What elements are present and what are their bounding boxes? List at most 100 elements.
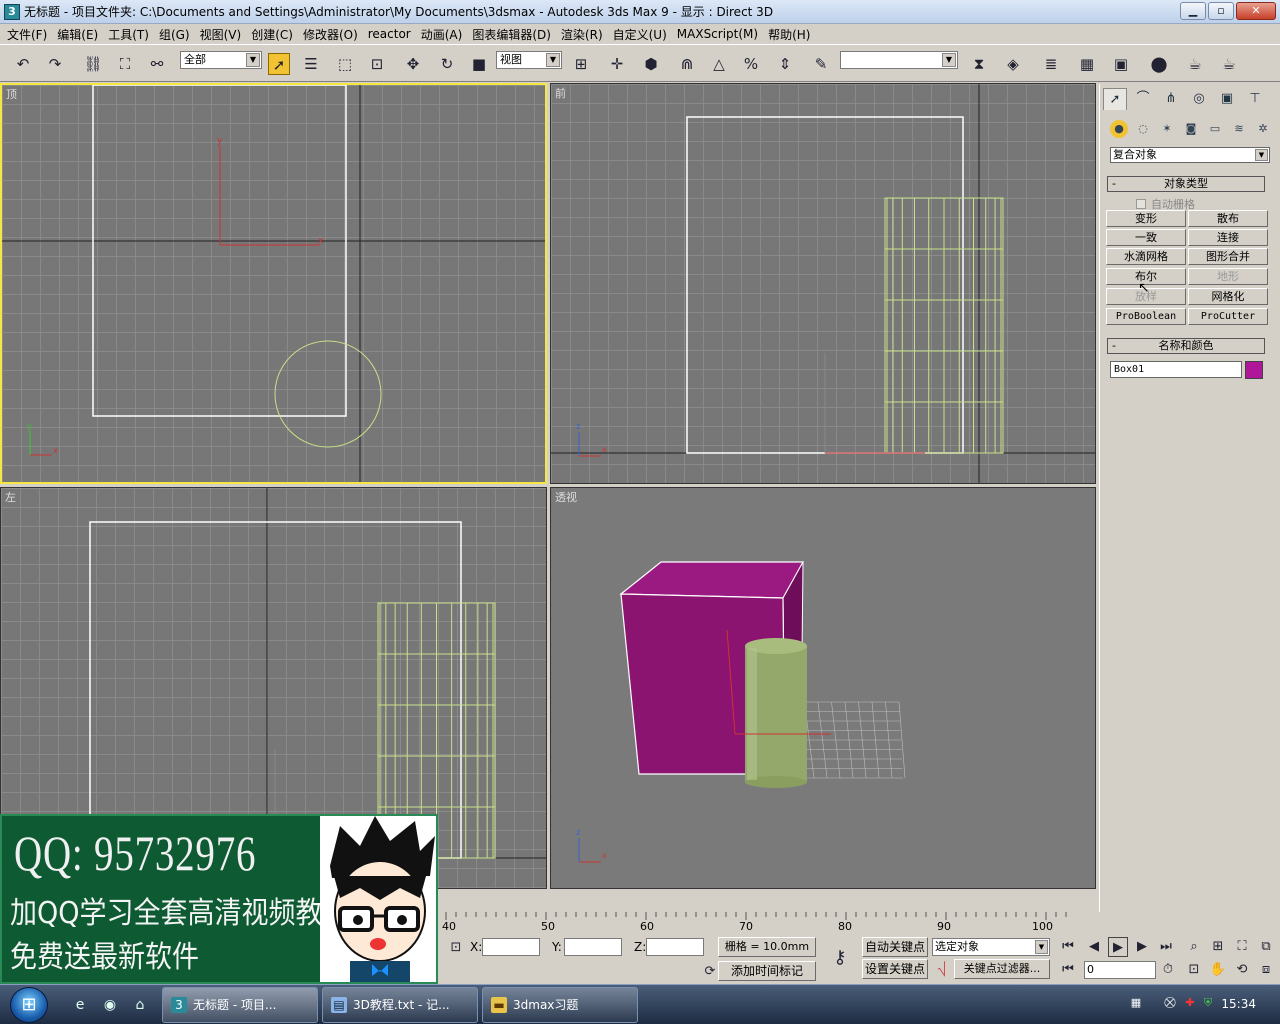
named-selection-set-select[interactable]: ▼ xyxy=(840,51,958,69)
previous-frame-icon[interactable]: ◀ xyxy=(1084,937,1104,957)
layer-manager-icon[interactable]: ≣ xyxy=(1040,53,1062,75)
next-frame-icon[interactable]: ▶ xyxy=(1132,937,1152,957)
set-key-button[interactable]: 设置关键点 xyxy=(862,959,928,979)
modify-tab-icon[interactable]: ⌒ xyxy=(1131,88,1155,110)
object-name-input[interactable]: Box01 xyxy=(1110,361,1242,378)
menu-reactor[interactable]: reactor xyxy=(363,27,416,41)
3dsmax-icon[interactable]: 3 xyxy=(4,3,20,20)
percent-snap-icon[interactable]: % xyxy=(740,53,762,75)
viewport-top[interactable]: 顶 y x y x xyxy=(0,83,547,484)
checkbox-box[interactable] xyxy=(1136,199,1146,209)
object-category-select[interactable]: 复合对象 ▼ xyxy=(1110,147,1270,163)
scatter-button[interactable]: 散布 xyxy=(1188,210,1268,227)
close-button[interactable]: ✕ xyxy=(1236,2,1276,20)
rotate-icon[interactable]: ↻ xyxy=(436,53,458,75)
object-type-rollout[interactable]: - 对象类型 xyxy=(1107,176,1265,192)
snaps-toggle-icon[interactable]: ⋒ xyxy=(676,53,698,75)
zoom-all-icon[interactable]: ⊞ xyxy=(1208,937,1228,957)
object-color-swatch[interactable] xyxy=(1245,361,1263,379)
curve-editor-icon[interactable]: ▦ xyxy=(1076,53,1098,75)
connect-button[interactable]: 连接 xyxy=(1188,229,1268,246)
home-icon[interactable]: ⌂ xyxy=(130,995,150,1015)
key-icon[interactable]: ⚷ xyxy=(830,948,850,968)
helpers-icon[interactable]: ▭ xyxy=(1206,120,1224,138)
orbit-icon[interactable]: ⟲ xyxy=(1232,960,1252,980)
reference-coordinate-select[interactable]: 视图 ▼ xyxy=(496,51,562,69)
taskbar-item-folder[interactable]: ▬ 3dmax习题 xyxy=(482,987,638,1023)
create-tab-icon[interactable]: ➚ xyxy=(1103,88,1127,110)
go-to-end-icon[interactable]: ⏭ xyxy=(1156,937,1176,957)
geometry-icon[interactable]: ● xyxy=(1110,120,1128,138)
y-coord-input[interactable] xyxy=(564,938,622,956)
menu-group[interactable]: 组(G) xyxy=(154,26,195,43)
ie-icon[interactable]: e xyxy=(70,995,90,1015)
menu-help[interactable]: 帮助(H) xyxy=(763,26,815,43)
menu-file[interactable]: 文件(F) xyxy=(2,26,52,43)
selection-filter-select[interactable]: 全部 ▼ xyxy=(180,51,262,69)
redo-icon[interactable]: ↷ xyxy=(44,53,66,75)
schematic-view-icon[interactable]: ▣ xyxy=(1110,53,1132,75)
proboolean-button[interactable]: ProBoolean xyxy=(1106,308,1186,325)
blobmesh-button[interactable]: 水滴网格 xyxy=(1106,248,1186,265)
pan-icon[interactable]: ✋ xyxy=(1208,960,1228,980)
qq-browser-icon[interactable]: ◉ xyxy=(100,995,120,1015)
zoom-icon[interactable]: ⌕ xyxy=(1184,937,1204,957)
minimize-button[interactable]: ▁ xyxy=(1180,2,1206,20)
shapes-icon[interactable]: ◌ xyxy=(1134,120,1152,138)
bind-space-warp-icon[interactable]: ⚯ xyxy=(146,53,168,75)
field-of-view-icon[interactable]: ⊡ xyxy=(1184,960,1204,980)
display-tab-icon[interactable]: ▣ xyxy=(1215,88,1239,110)
menu-rendering[interactable]: 渲染(R) xyxy=(556,26,608,43)
conform-button[interactable]: 一致 xyxy=(1106,229,1186,246)
hierarchy-tab-icon[interactable]: ⋔ xyxy=(1159,88,1183,110)
title-bar[interactable]: 3 无标题 - 项目文件夹: C:\Documents and Settings… xyxy=(0,0,1280,24)
spinner-snap-icon[interactable]: ⇕ xyxy=(774,53,796,75)
menu-graph-editors[interactable]: 图表编辑器(D) xyxy=(467,26,556,43)
space-warps-icon[interactable]: ≋ xyxy=(1230,120,1248,138)
start-button[interactable]: ⊞ xyxy=(10,987,48,1023)
select-object-icon[interactable]: ➚ xyxy=(268,53,290,75)
select-manipulate-icon[interactable]: ✛ xyxy=(606,53,628,75)
time-configuration-icon[interactable]: ⏱ xyxy=(1158,960,1178,980)
maximize-button[interactable]: ▫ xyxy=(1208,2,1234,20)
menu-views[interactable]: 视图(V) xyxy=(195,26,247,43)
x-coord-input[interactable] xyxy=(482,938,540,956)
utilities-tab-icon[interactable]: ⊤ xyxy=(1243,88,1267,110)
morph-button[interactable]: 变形 xyxy=(1106,210,1186,227)
shapemerge-button[interactable]: 图形合并 xyxy=(1188,248,1268,265)
systems-icon[interactable]: ✲ xyxy=(1254,120,1272,138)
viewport-front[interactable]: 前 z x xyxy=(550,83,1096,484)
align-icon[interactable]: ◈ xyxy=(1002,53,1024,75)
key-tangent-icon[interactable]: ⎷ xyxy=(932,960,952,980)
zoom-extents-icon[interactable]: ⛶ xyxy=(1232,937,1252,957)
name-and-color-rollout[interactable]: - 名称和颜色 xyxy=(1107,338,1265,354)
menu-maxscript[interactable]: MAXScript(M) xyxy=(672,27,763,41)
time-slider-track[interactable]: 40 50 60 70 80 90 100 xyxy=(438,912,1100,936)
menu-animation[interactable]: 动画(A) xyxy=(416,26,468,43)
menu-customize[interactable]: 自定义(U) xyxy=(608,26,672,43)
undo-icon[interactable]: ↶ xyxy=(12,53,34,75)
edit-named-selection-icon[interactable]: ✎ xyxy=(810,53,832,75)
move-icon[interactable]: ✥ xyxy=(402,53,424,75)
key-mode-toggle-icon[interactable]: ⏮ xyxy=(1058,960,1078,980)
taskbar-item-notepad[interactable]: ▤ 3D教程.txt - 记... xyxy=(322,987,478,1023)
mirror-icon[interactable]: ⧗ xyxy=(968,53,990,75)
motion-tab-icon[interactable]: ◎ xyxy=(1187,88,1211,110)
current-frame-input[interactable]: 0 xyxy=(1084,961,1156,979)
maximize-viewport-icon[interactable]: ⧈ xyxy=(1256,960,1276,980)
material-editor-icon[interactable]: ⬤ xyxy=(1148,53,1170,75)
procutter-button[interactable]: ProCutter xyxy=(1188,308,1268,325)
menu-create[interactable]: 创建(C) xyxy=(246,26,298,43)
auto-key-button[interactable]: 自动关键点 xyxy=(862,937,928,957)
unlink-icon[interactable]: ⛶ xyxy=(114,53,136,75)
scale-icon[interactable]: ■ xyxy=(468,53,490,75)
key-filters-button[interactable]: 关键点过滤器... xyxy=(954,959,1050,979)
pivot-center-icon[interactable]: ⊞ xyxy=(570,53,592,75)
menu-modifiers[interactable]: 修改器(O) xyxy=(298,26,363,43)
quick-render-icon[interactable]: ☕ xyxy=(1218,53,1240,75)
play-icon[interactable]: ▶ xyxy=(1108,937,1128,957)
rectangular-selection-icon[interactable]: ⬚ xyxy=(334,53,356,75)
z-coord-input[interactable] xyxy=(646,938,704,956)
render-scene-icon[interactable]: ☕ xyxy=(1184,53,1206,75)
select-link-icon[interactable]: ⛓ xyxy=(82,53,104,75)
